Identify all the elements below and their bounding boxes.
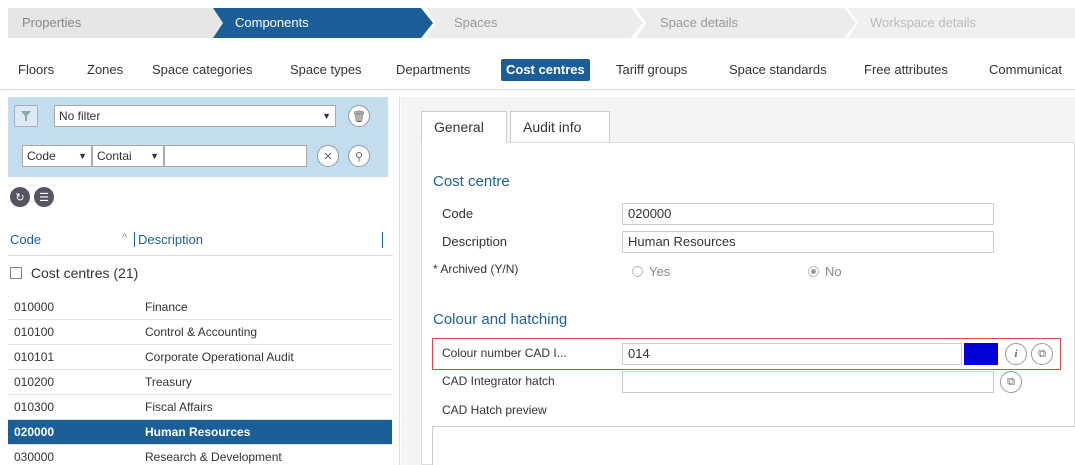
- search-icon[interactable]: ⚲: [348, 145, 370, 167]
- wizard-step-space-details[interactable]: Space details: [636, 8, 856, 46]
- subnav-space-categories[interactable]: Space categories: [147, 59, 257, 81]
- list-panel: No filter ▼ 🗑 Code ▼ Contai ▼ ✕ ⚲ ↻ ☰ Co…: [0, 97, 400, 465]
- colour-number-label: Colour number CAD I...: [442, 346, 567, 360]
- row-description: Research & Development: [145, 450, 282, 464]
- checkbox[interactable]: [10, 267, 22, 279]
- group-label: Cost centres (21): [30, 265, 139, 281]
- row-code: 020000: [14, 425, 55, 439]
- table-row[interactable]: 030000 Research & Development: [8, 445, 392, 465]
- hatch-preview: [432, 426, 1075, 465]
- hatch-preview-label: CAD Hatch preview: [442, 403, 547, 417]
- filter-field-value: Code: [27, 149, 56, 163]
- wizard-step-label: Components: [235, 15, 309, 30]
- refresh-icon[interactable]: ↻: [10, 187, 30, 207]
- filter-box: No filter ▼ 🗑 Code ▼ Contai ▼ ✕ ⚲: [8, 97, 388, 177]
- wizard-step-label: Space details: [660, 15, 739, 30]
- row-description: Finance: [145, 300, 188, 314]
- code-label: Code: [442, 206, 474, 221]
- row-code: 010300: [14, 400, 55, 414]
- chevron-down-icon: ▼: [150, 151, 159, 161]
- tab-general[interactable]: General: [421, 111, 507, 143]
- filter-search-input[interactable]: [164, 145, 307, 167]
- subnav-departments[interactable]: Departments: [391, 59, 475, 81]
- description-field[interactable]: Human Resources: [622, 231, 994, 253]
- row-code: 010200: [14, 375, 55, 389]
- table-row[interactable]: 010200 Treasury: [8, 370, 392, 395]
- popup-icon[interactable]: ⧉: [1000, 371, 1022, 393]
- wizard-breadcrumb: Properties Components Spaces Space detai…: [8, 8, 1075, 46]
- subnav-tariff-groups[interactable]: Tariff groups: [611, 59, 692, 81]
- subnav-communication[interactable]: Communicat: [984, 59, 1067, 81]
- filter-operator-value: Contai: [97, 149, 132, 163]
- chevron-down-icon: ▼: [322, 111, 331, 121]
- subnav-space-types[interactable]: Space types: [285, 59, 367, 81]
- chevron-down-icon: ▼: [78, 151, 87, 161]
- colour-swatch: [964, 343, 998, 365]
- delete-filter-icon[interactable]: 🗑: [348, 105, 370, 127]
- filter-operator-select[interactable]: Contai ▼: [92, 145, 164, 167]
- row-description: Treasury: [145, 375, 192, 389]
- subnav-cost-centres[interactable]: Cost centres: [501, 59, 590, 81]
- clear-icon[interactable]: ✕: [317, 145, 339, 167]
- radio-label: Yes: [649, 264, 671, 279]
- sub-navigation: Floors Zones Space categories Space type…: [0, 50, 1075, 90]
- sort-ascending-icon[interactable]: ^: [122, 232, 127, 244]
- detail-content: Cost centre Code 020000 Description Huma…: [421, 142, 1075, 465]
- subnav-zones[interactable]: Zones: [82, 59, 128, 81]
- hatch-label: CAD Integrator hatch: [442, 374, 555, 388]
- row-code: 010100: [14, 325, 55, 339]
- row-description: Fiscal Affairs: [145, 400, 213, 414]
- radio-button: [632, 266, 643, 277]
- table-row-selected[interactable]: 020000 Human Resources: [8, 420, 392, 445]
- group-row[interactable]: Cost centres (21): [10, 265, 138, 281]
- wizard-step-properties[interactable]: Properties: [8, 8, 223, 46]
- table-row[interactable]: 010000 Finance: [8, 295, 392, 320]
- archived-label: * Archived (Y/N): [433, 262, 519, 276]
- section-title-colour: Colour and hatching: [433, 311, 568, 328]
- wizard-step-label: Properties: [22, 15, 82, 30]
- description-label: Description: [442, 234, 508, 249]
- detail-panel: General Audit info Cost centre Code 0200…: [401, 97, 1075, 465]
- table-row[interactable]: 010100 Control & Accounting: [8, 320, 392, 345]
- filter-field-select[interactable]: Code ▼: [22, 145, 92, 167]
- subnav-space-standards[interactable]: Space standards: [724, 59, 832, 81]
- subnav-free-attributes[interactable]: Free attributes: [859, 59, 953, 81]
- column-header-code[interactable]: Code: [10, 232, 41, 247]
- table-row[interactable]: 010101 Corporate Operational Audit: [8, 345, 392, 370]
- radio-button: [808, 266, 819, 277]
- row-code: 030000: [14, 450, 55, 464]
- row-description: Human Resources: [145, 425, 251, 439]
- popup-icon[interactable]: ⧉: [1031, 343, 1053, 365]
- wizard-step-label: Spaces: [454, 15, 498, 30]
- filter-preset-value: No filter: [59, 109, 101, 123]
- tab-audit-info[interactable]: Audit info: [510, 111, 610, 143]
- filter-preset-select[interactable]: No filter ▼: [54, 105, 336, 127]
- subnav-floors[interactable]: Floors: [13, 59, 59, 81]
- colour-number-field[interactable]: 014: [622, 343, 962, 365]
- row-code: 010101: [14, 350, 55, 364]
- wizard-step-workspace-details[interactable]: Workspace details: [848, 8, 1075, 46]
- wizard-step-components[interactable]: Components: [213, 8, 433, 46]
- column-resize-handle[interactable]: [382, 232, 383, 248]
- code-field[interactable]: 020000: [622, 203, 994, 225]
- hatch-field[interactable]: [622, 371, 994, 393]
- column-header-description[interactable]: Description: [134, 232, 203, 247]
- archived-no-radio[interactable]: No: [808, 264, 842, 279]
- info-icon[interactable]: i: [1005, 343, 1027, 365]
- radio-label: No: [825, 264, 842, 279]
- table-row[interactable]: 010300 Fiscal Affairs: [8, 395, 392, 420]
- archived-yes-radio[interactable]: Yes: [632, 264, 670, 279]
- wizard-step-spaces[interactable]: Spaces: [426, 8, 643, 46]
- filter-icon[interactable]: [14, 105, 38, 127]
- list-header: Code ^ Description: [8, 232, 393, 256]
- row-description: Corporate Operational Audit: [145, 350, 294, 364]
- funnel-icon: [21, 111, 31, 121]
- row-description: Control & Accounting: [145, 325, 258, 339]
- section-title-cost-centre: Cost centre: [433, 173, 510, 190]
- list-view-icon[interactable]: ☰: [34, 187, 54, 207]
- row-code: 010000: [14, 300, 55, 314]
- wizard-step-label: Workspace details: [870, 15, 976, 30]
